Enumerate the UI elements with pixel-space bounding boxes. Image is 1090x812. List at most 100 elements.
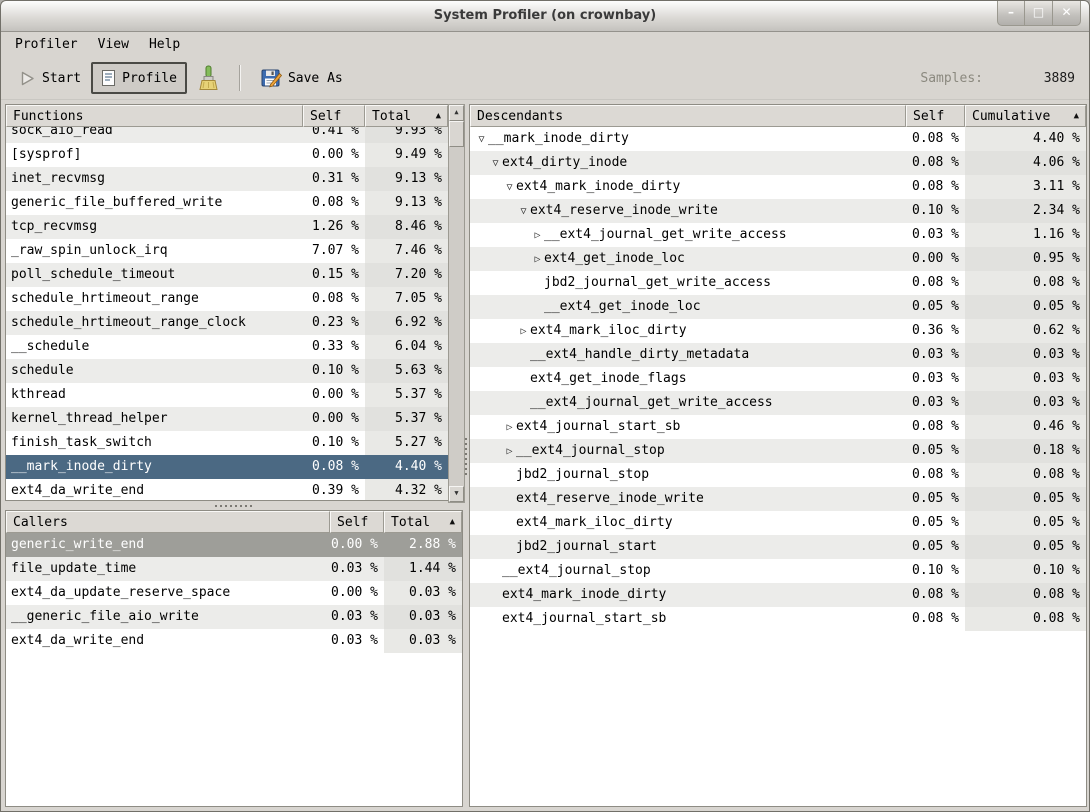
table-row[interactable]: __mark_inode_dirty0.08 %4.40 % — [6, 455, 448, 479]
menu-view[interactable]: View — [88, 34, 139, 55]
profile-toggle-button[interactable]: Profile — [91, 62, 187, 94]
table-row[interactable]: jbd2_journal_get_write_access0.08 %0.08 … — [470, 271, 1086, 295]
table-row[interactable]: ext4_reserve_inode_write0.05 %0.05 % — [470, 487, 1086, 511]
table-row[interactable]: generic_file_buffered_write0.08 %9.13 % — [6, 191, 448, 215]
cell-self: 0.08 % — [906, 151, 965, 175]
paintbrush-icon — [197, 65, 219, 92]
table-row[interactable]: ▷__ext4_journal_stop0.05 %0.18 % — [470, 439, 1086, 463]
table-row[interactable]: ext4_journal_start_sb0.08 %0.08 % — [470, 607, 1086, 631]
vertical-pane-splitter[interactable] — [462, 104, 469, 807]
window-title: System Profiler (on crownbay) — [1, 1, 1089, 30]
functions-table-body: sock_aio_read0.41 %9.93 %[sysprof]0.00 %… — [6, 127, 448, 500]
menu-help[interactable]: Help — [139, 34, 190, 55]
column-header-self[interactable]: Self — [906, 105, 965, 127]
table-row[interactable]: file_update_time0.03 %1.44 % — [6, 557, 462, 581]
cell-name: __ext4_handle_dirty_metadata — [470, 343, 906, 367]
cell-self: 0.05 % — [906, 295, 965, 319]
column-header-self[interactable]: Self — [330, 511, 384, 533]
table-row[interactable]: __ext4_get_inode_loc0.05 %0.05 % — [470, 295, 1086, 319]
expander-open-icon[interactable]: ▽ — [475, 128, 488, 151]
table-row[interactable]: _raw_spin_unlock_irq7.07 %7.46 % — [6, 239, 448, 263]
column-header-label: Total — [391, 515, 430, 530]
table-row[interactable]: ext4_da_update_reserve_space0.00 %0.03 % — [6, 581, 462, 605]
table-row[interactable]: ext4_mark_inode_dirty0.08 %0.08 % — [470, 583, 1086, 607]
column-header-label: Cumulative — [972, 109, 1050, 124]
expander-open-icon[interactable]: ▽ — [503, 176, 516, 199]
table-row[interactable]: sock_aio_read0.41 %9.93 % — [6, 127, 448, 143]
expander-closed-icon[interactable]: ▷ — [531, 248, 544, 271]
column-header-label: Total — [372, 109, 411, 124]
expander-open-icon[interactable]: ▽ — [489, 152, 502, 175]
column-header-functions[interactable]: Functions — [6, 105, 303, 127]
table-row[interactable]: ext4_da_write_end0.39 %4.32 % — [6, 479, 448, 500]
table-row[interactable]: ▷ext4_journal_start_sb0.08 %0.46 % — [470, 415, 1086, 439]
table-row[interactable]: schedule_hrtimeout_range_clock0.23 %6.92… — [6, 311, 448, 335]
cell-total: 5.37 % — [365, 383, 448, 407]
cell-cumulative: 4.40 % — [965, 127, 1086, 151]
cell-name: ext4_da_write_end — [6, 479, 303, 500]
table-row[interactable]: __schedule0.33 %6.04 % — [6, 335, 448, 359]
horizontal-pane-splitter[interactable] — [5, 501, 463, 510]
expander-closed-icon[interactable]: ▷ — [531, 224, 544, 247]
cell-name: kernel_thread_helper — [6, 407, 303, 431]
column-header-self[interactable]: Self — [303, 105, 365, 127]
table-row[interactable]: ▷ext4_mark_iloc_dirty0.36 %0.62 % — [470, 319, 1086, 343]
save-as-button[interactable]: Save As — [251, 61, 353, 96]
cell-name: ▷ext4_get_inode_loc — [470, 247, 906, 271]
cell-self: 0.33 % — [303, 335, 365, 359]
minimize-button[interactable]: – — [997, 1, 1025, 26]
table-row[interactable]: ▽ext4_mark_inode_dirty0.08 %3.11 % — [470, 175, 1086, 199]
expander-closed-icon[interactable]: ▷ — [503, 440, 516, 463]
menu-profiler[interactable]: Profiler — [5, 34, 88, 55]
cell-name: __ext4_get_inode_loc — [470, 295, 906, 319]
column-header-total[interactable]: Total▲ — [384, 511, 462, 533]
table-row[interactable]: ext4_mark_iloc_dirty0.05 %0.05 % — [470, 511, 1086, 535]
table-row[interactable]: ext4_da_write_end0.03 %0.03 % — [6, 629, 462, 653]
tree-indent — [475, 381, 517, 382]
table-row[interactable]: kthread0.00 %5.37 % — [6, 383, 448, 407]
column-header-total[interactable]: Total▲ — [365, 105, 448, 127]
start-button[interactable]: Start — [9, 63, 91, 94]
descendants-panel: Descendants Self Cumulative▲ ▽__mark_ino… — [469, 104, 1087, 807]
table-row[interactable]: ▷__ext4_journal_get_write_access0.03 %1.… — [470, 223, 1086, 247]
column-header-callers[interactable]: Callers — [6, 511, 330, 533]
table-row[interactable]: generic_write_end0.00 %2.88 % — [6, 533, 462, 557]
table-row[interactable]: __ext4_journal_get_write_access0.03 %0.0… — [470, 391, 1086, 415]
column-header-cumulative[interactable]: Cumulative▲ — [965, 105, 1086, 127]
maximize-button[interactable]: □ — [1025, 1, 1053, 26]
table-row[interactable]: ▽__mark_inode_dirty0.08 %4.40 % — [470, 127, 1086, 151]
expander-closed-icon[interactable]: ▷ — [517, 320, 530, 343]
cell-self: 0.10 % — [303, 431, 365, 455]
callers-table-body: generic_write_end0.00 %2.88 %file_update… — [6, 533, 462, 806]
expander-closed-icon[interactable]: ▷ — [503, 416, 516, 439]
table-row[interactable]: inet_recvmsg0.31 %9.13 % — [6, 167, 448, 191]
samples-label: Samples: — [920, 71, 983, 86]
table-row[interactable]: ▷ext4_get_inode_loc0.00 %0.95 % — [470, 247, 1086, 271]
cell-name: ▷ext4_mark_iloc_dirty — [470, 319, 906, 343]
table-row[interactable]: ext4_get_inode_flags0.03 %0.03 % — [470, 367, 1086, 391]
column-header-label: Self — [310, 109, 341, 124]
table-row[interactable]: jbd2_journal_start0.05 %0.05 % — [470, 535, 1086, 559]
table-row[interactable]: schedule_hrtimeout_range0.08 %7.05 % — [6, 287, 448, 311]
close-button[interactable]: ✕ — [1053, 1, 1081, 26]
tree-indent — [475, 189, 503, 190]
clear-brush-button[interactable] — [187, 58, 229, 99]
table-row[interactable]: tcp_recvmsg1.26 %8.46 % — [6, 215, 448, 239]
tree-indent — [475, 597, 489, 598]
table-row[interactable]: __ext4_journal_stop0.10 %0.10 % — [470, 559, 1086, 583]
table-row[interactable]: poll_schedule_timeout0.15 %7.20 % — [6, 263, 448, 287]
table-row[interactable]: ▽ext4_reserve_inode_write0.10 %2.34 % — [470, 199, 1086, 223]
cell-self: 7.07 % — [303, 239, 365, 263]
column-header-descendants[interactable]: Descendants — [470, 105, 906, 127]
cell-name: ext4_mark_iloc_dirty — [470, 511, 906, 535]
expander-open-icon[interactable]: ▽ — [517, 200, 530, 223]
cell-self: 0.10 % — [303, 359, 365, 383]
table-row[interactable]: finish_task_switch0.10 %5.27 % — [6, 431, 448, 455]
table-row[interactable]: kernel_thread_helper0.00 %5.37 % — [6, 407, 448, 431]
table-row[interactable]: schedule0.10 %5.63 % — [6, 359, 448, 383]
table-row[interactable]: __ext4_handle_dirty_metadata0.03 %0.03 % — [470, 343, 1086, 367]
table-row[interactable]: __generic_file_aio_write0.03 %0.03 % — [6, 605, 462, 629]
table-row[interactable]: jbd2_journal_stop0.08 %0.08 % — [470, 463, 1086, 487]
table-row[interactable]: [sysprof]0.00 %9.49 % — [6, 143, 448, 167]
table-row[interactable]: ▽ext4_dirty_inode0.08 %4.06 % — [470, 151, 1086, 175]
